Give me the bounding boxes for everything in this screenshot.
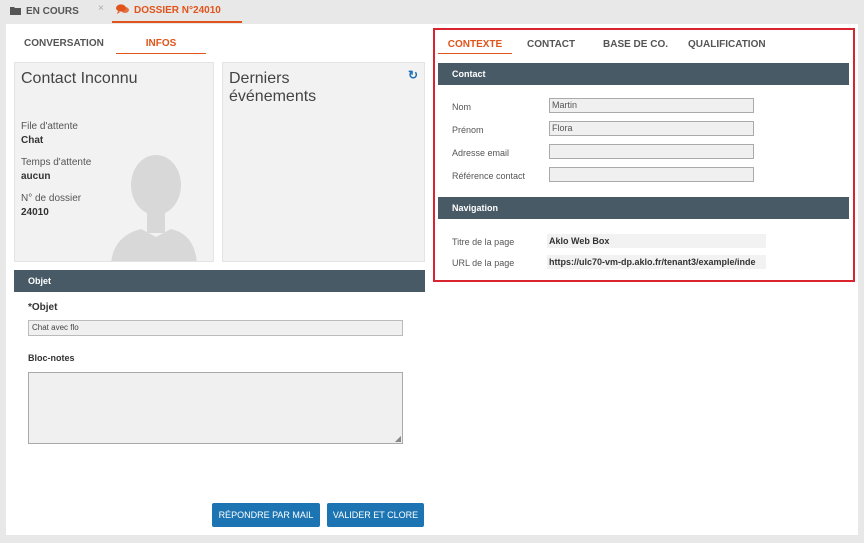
email-label: Adresse email [452, 148, 510, 158]
page-url-label: URL de la page [452, 258, 515, 268]
navigation-section-header: Navigation [438, 197, 849, 219]
contact-section-header: Contact [438, 63, 849, 85]
folder-icon [10, 6, 21, 18]
page-url-value: https://ulc70-vm-dp.aklo.fr/tenant3/exam… [547, 255, 766, 269]
resize-handle-icon[interactable]: ◢ [395, 434, 401, 443]
tab-base-de-co[interactable]: BASE DE CO. [603, 38, 668, 54]
notes-textarea[interactable]: ◢ [28, 372, 403, 444]
objet-section-header: Objet [14, 270, 425, 292]
notes-label: Bloc-notes [28, 353, 75, 363]
nom-input[interactable]: Martin [549, 98, 754, 113]
reply-mail-button[interactable]: RÉPONDRE PAR MAIL [212, 503, 320, 527]
tab-dossier-label: DOSSIER N°24010 [134, 5, 221, 16]
prenom-label: Prénom [452, 125, 484, 135]
close-icon[interactable]: × [98, 3, 104, 14]
objet-input[interactable]: Chat avec flo [28, 320, 403, 336]
tab-qualification[interactable]: QUALIFICATION [688, 38, 766, 54]
prenom-input[interactable]: Flora [549, 121, 754, 136]
refresh-icon[interactable]: ↻ [408, 68, 418, 82]
tab-contact[interactable]: CONTACT [527, 38, 575, 54]
wait-time-label: Temps d'attente [21, 157, 92, 168]
case-number-value: 24010 [21, 207, 49, 218]
tab-infos[interactable]: INFOS [116, 36, 206, 54]
contact-reference-input[interactable] [549, 167, 754, 182]
nom-label: Nom [452, 102, 472, 112]
contact-card: Contact Inconnu File d'attente Chat Temp… [14, 62, 214, 262]
page-title-label: Titre de la page [452, 237, 515, 247]
tab-contexte[interactable]: CONTEXTE [438, 38, 512, 54]
tab-conversation[interactable]: CONVERSATION [24, 36, 104, 54]
objet-label: *Objet [28, 302, 58, 313]
avatar-placeholder-icon [111, 155, 197, 261]
events-card: Derniers événements ↻ [222, 62, 425, 262]
chat-bubbles-icon [116, 4, 129, 17]
validate-close-button[interactable]: VALIDER ET CLORE [327, 503, 424, 527]
top-tab-bar: EN COURS × DOSSIER N°24010 [0, 0, 864, 24]
contact-title: Contact Inconnu [21, 70, 138, 87]
case-number-label: N° de dossier [21, 193, 82, 204]
left-tabs: CONVERSATION INFOS [14, 36, 425, 54]
events-title: Derniers événements [229, 70, 317, 105]
tab-en-cours-label: EN COURS [26, 6, 79, 17]
queue-label: File d'attente [21, 121, 78, 132]
contact-reference-label: Référence contact [452, 171, 526, 181]
queue-value: Chat [21, 135, 44, 146]
email-input[interactable] [549, 144, 754, 159]
tab-dossier[interactable]: DOSSIER N°24010 [112, 0, 242, 23]
page-title-value: Aklo Web Box [547, 234, 766, 248]
tab-en-cours[interactable]: EN COURS [10, 0, 79, 23]
wait-time-value: aucun [21, 171, 51, 182]
